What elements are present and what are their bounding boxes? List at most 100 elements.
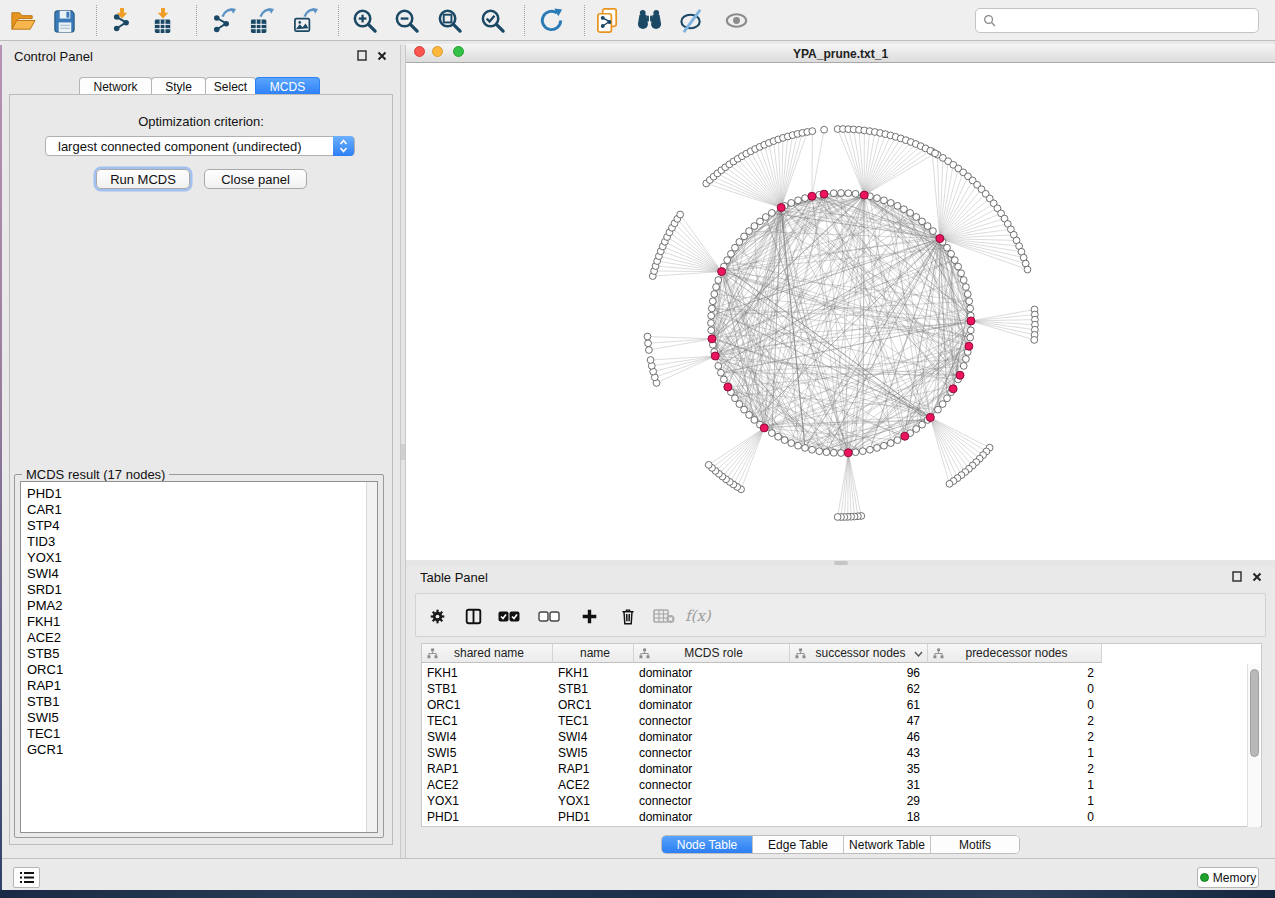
mcds-list-scrollbar[interactable] <box>366 482 377 832</box>
mcds-result-item[interactable]: YOX1 <box>27 550 377 566</box>
cell-MCDS-role[interactable]: dominator <box>639 761 785 777</box>
import-network-icon[interactable] <box>105 3 139 37</box>
network-graph[interactable] <box>406 63 1275 560</box>
cell-MCDS-role[interactable]: connector <box>639 777 785 793</box>
gear-icon[interactable] <box>422 601 452 631</box>
cell-MCDS-role[interactable]: connector <box>639 713 785 729</box>
column-header-MCDS-role[interactable]: MCDS role <box>634 644 790 663</box>
tab-mcds[interactable]: MCDS <box>255 77 320 95</box>
mcds-result-item[interactable]: PMA2 <box>27 598 377 614</box>
cell-name[interactable]: SWI4 <box>558 729 629 745</box>
mcds-result-item[interactable]: GCR1 <box>27 742 377 758</box>
cell-successor-nodes[interactable]: 61 <box>790 697 920 713</box>
tab-network-table[interactable]: Network Table <box>844 836 931 853</box>
cell-name[interactable]: RAP1 <box>558 761 629 777</box>
cell-shared-name[interactable]: SWI5 <box>427 745 548 761</box>
table-row[interactable]: TEC1TEC1connector472 <box>422 713 1248 729</box>
tab-select[interactable]: Select <box>205 77 256 95</box>
memory-button[interactable]: Memory <box>1197 867 1259 888</box>
tab-motifs[interactable]: Motifs <box>931 836 1019 853</box>
mcds-result-item[interactable]: SRD1 <box>27 582 377 598</box>
mcds-result-item[interactable]: PHD1 <box>27 486 377 502</box>
cell-predecessor-nodes[interactable]: 2 <box>928 761 1094 777</box>
table-row[interactable]: STB1 STB1 dominator 62 0 <box>422 681 1248 697</box>
table-scrollbar-thumb[interactable] <box>1250 669 1259 757</box>
mcds-result-item[interactable]: TEC1 <box>27 726 377 742</box>
column-header-predecessor-nodes[interactable]: predecessor nodes <box>928 644 1102 663</box>
cell-name[interactable]: SWI5 <box>558 745 629 761</box>
float-panel-icon[interactable] <box>357 50 367 61</box>
tab-network[interactable]: Network <box>79 77 152 95</box>
mcds-result-item[interactable]: STP4 <box>27 518 377 534</box>
cell-shared-name[interactable]: FKH1 <box>427 665 548 681</box>
close-panel-button[interactable]: Close panel <box>204 169 307 189</box>
cell-shared-name[interactable]: SWI4 <box>427 729 548 745</box>
import-table-icon[interactable] <box>146 3 180 37</box>
cell-successor-nodes[interactable]: 46 <box>790 729 920 745</box>
cell-shared-name[interactable]: ORC1 <box>427 697 548 713</box>
zoom-fit-icon[interactable] <box>432 3 466 37</box>
cell-successor-nodes[interactable]: 43 <box>790 745 920 761</box>
run-mcds-button[interactable]: Run MCDS <box>96 169 190 189</box>
table-row[interactable]: YOX1YOX1connector291 <box>422 793 1248 809</box>
tab-style[interactable]: Style <box>151 77 206 95</box>
cell-MCDS-role[interactable]: connector <box>639 793 785 809</box>
export-network-icon[interactable] <box>207 3 241 37</box>
cell-MCDS-role[interactable]: dominator <box>639 809 785 825</box>
cell-predecessor-nodes[interactable]: 2 <box>928 665 1094 681</box>
cell-MCDS-role[interactable]: dominator <box>639 665 785 681</box>
mcds-result-item[interactable]: STB5 <box>27 646 377 662</box>
tab-edge-table[interactable]: Edge Table <box>753 836 844 853</box>
cell-successor-nodes[interactable]: 62 <box>790 681 920 697</box>
mcds-result-item[interactable]: RAP1 <box>27 678 377 694</box>
cell-name[interactable]: ORC1 <box>558 697 629 713</box>
cell-MCDS-role[interactable]: dominator <box>639 681 785 697</box>
cell-predecessor-nodes[interactable]: 1 <box>928 793 1094 809</box>
table-row[interactable]: ACE2ACE2connector311 <box>422 777 1248 793</box>
cell-MCDS-role[interactable]: dominator <box>639 729 785 745</box>
task-history-button[interactable] <box>13 867 40 888</box>
column-header-shared-name[interactable]: shared name <box>422 644 553 663</box>
cell-successor-nodes[interactable]: 35 <box>790 761 920 777</box>
cell-shared-name[interactable]: STB1 <box>427 681 548 697</box>
cell-shared-name[interactable]: PHD1 <box>427 809 548 825</box>
cell-name[interactable]: FKH1 <box>558 665 629 681</box>
save-session-icon[interactable] <box>47 3 81 37</box>
tab-node-table[interactable]: Node Table <box>662 836 753 853</box>
mcds-result-item[interactable]: ACE2 <box>27 630 377 646</box>
cell-name[interactable]: PHD1 <box>558 809 629 825</box>
zoom-in-icon[interactable] <box>347 3 381 37</box>
zoom-selected-icon[interactable] <box>475 3 509 37</box>
export-table-icon[interactable] <box>245 3 279 37</box>
criterion-select[interactable]: largest connected component (undirected) <box>45 136 355 156</box>
mcds-result-item[interactable]: SWI4 <box>27 566 377 582</box>
show-graphics-details-icon[interactable] <box>719 3 753 37</box>
cell-predecessor-nodes[interactable]: 1 <box>928 745 1094 761</box>
cell-predecessor-nodes[interactable]: 0 <box>928 681 1094 697</box>
cell-name[interactable]: STB1 <box>558 681 629 697</box>
column-header-name[interactable]: name <box>553 644 634 663</box>
node-table[interactable]: shared namenameMCDS rolesuccessor nodesp… <box>421 643 1262 827</box>
cell-predecessor-nodes[interactable]: 2 <box>928 713 1094 729</box>
mcds-result-item[interactable]: ORC1 <box>27 662 377 678</box>
export-image-icon[interactable] <box>289 3 323 37</box>
cell-shared-name[interactable]: RAP1 <box>427 761 548 777</box>
cell-name[interactable]: YOX1 <box>558 793 629 809</box>
cell-MCDS-role[interactable]: connector <box>639 745 785 761</box>
cell-successor-nodes[interactable]: 29 <box>790 793 920 809</box>
cell-successor-nodes[interactable]: 96 <box>790 665 920 681</box>
cell-predecessor-nodes[interactable]: 0 <box>928 697 1094 713</box>
open-file-icon[interactable] <box>5 3 39 37</box>
table-row[interactable]: SWI5 SWI5 connector 43 1 <box>422 745 1248 761</box>
mcds-result-item[interactable]: STB1 <box>27 694 377 710</box>
table-row[interactable]: RAP1 RAP1 dominator 35 2 <box>422 761 1248 777</box>
select-all-icon[interactable] <box>494 601 524 631</box>
cell-name[interactable]: ACE2 <box>558 777 629 793</box>
deselect-all-icon[interactable] <box>534 601 564 631</box>
panel-splitter-handle[interactable] <box>401 444 405 460</box>
search-objects-icon[interactable] <box>632 3 666 37</box>
cell-successor-nodes[interactable]: 31 <box>790 777 920 793</box>
table-scrollbar[interactable] <box>1247 664 1260 827</box>
cell-predecessor-nodes[interactable]: 1 <box>928 777 1094 793</box>
mcds-result-item[interactable]: TID3 <box>27 534 377 550</box>
